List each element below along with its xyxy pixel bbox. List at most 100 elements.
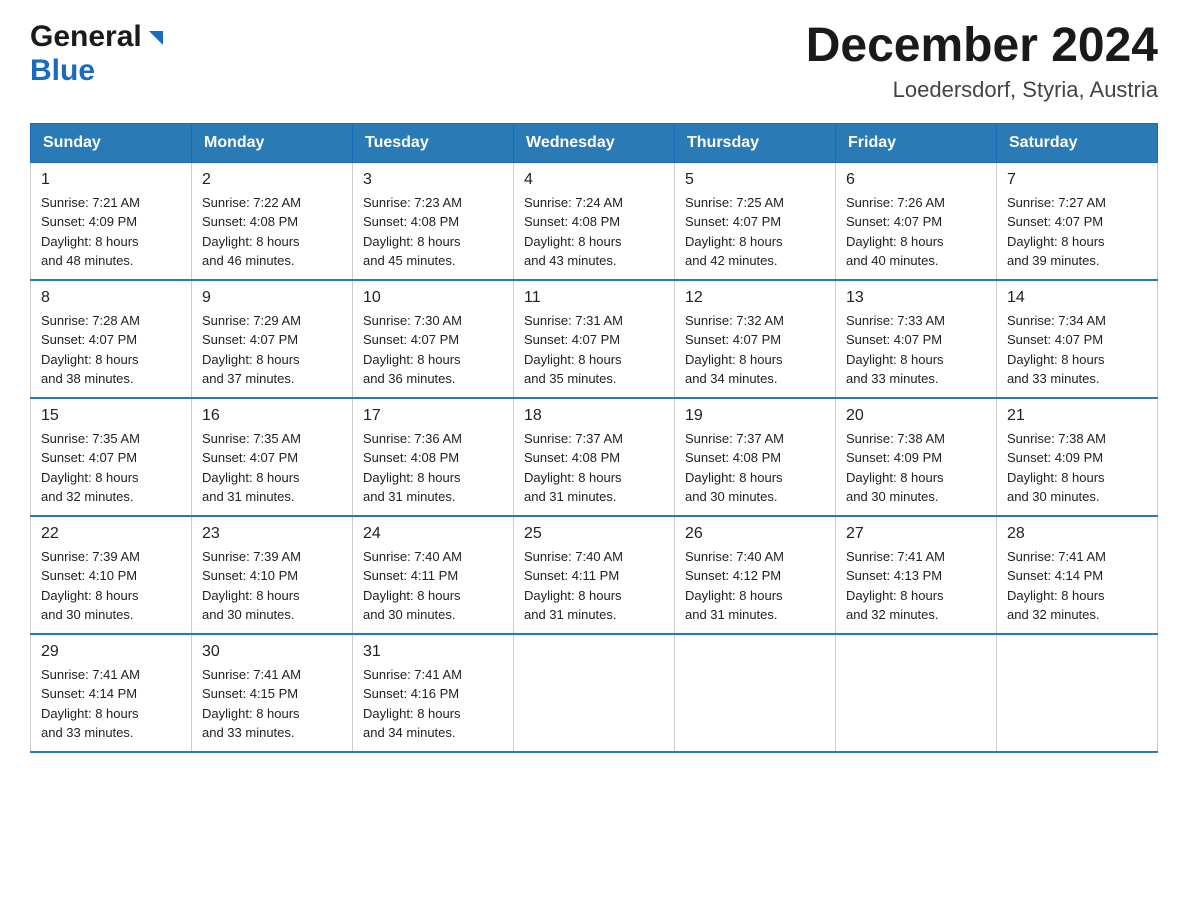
day-info: Sunrise: 7:38 AM Sunset: 4:09 PM Dayligh… bbox=[846, 429, 986, 507]
location-title: Loedersdorf, Styria, Austria bbox=[806, 77, 1158, 103]
header-sunday: Sunday bbox=[31, 123, 192, 162]
day-info: Sunrise: 7:23 AM Sunset: 4:08 PM Dayligh… bbox=[363, 193, 503, 271]
calendar-cell bbox=[997, 634, 1158, 752]
calendar-cell: 24 Sunrise: 7:40 AM Sunset: 4:11 PM Dayl… bbox=[353, 516, 514, 634]
calendar-cell: 22 Sunrise: 7:39 AM Sunset: 4:10 PM Dayl… bbox=[31, 516, 192, 634]
day-info: Sunrise: 7:38 AM Sunset: 4:09 PM Dayligh… bbox=[1007, 429, 1147, 507]
day-info: Sunrise: 7:34 AM Sunset: 4:07 PM Dayligh… bbox=[1007, 311, 1147, 389]
title-block: December 2024 Loedersdorf, Styria, Austr… bbox=[806, 20, 1158, 103]
day-info: Sunrise: 7:31 AM Sunset: 4:07 PM Dayligh… bbox=[524, 311, 664, 389]
day-info: Sunrise: 7:40 AM Sunset: 4:11 PM Dayligh… bbox=[363, 547, 503, 625]
calendar-cell: 27 Sunrise: 7:41 AM Sunset: 4:13 PM Dayl… bbox=[836, 516, 997, 634]
day-number: 6 bbox=[846, 171, 986, 189]
day-info: Sunrise: 7:21 AM Sunset: 4:09 PM Dayligh… bbox=[41, 193, 181, 271]
day-info: Sunrise: 7:35 AM Sunset: 4:07 PM Dayligh… bbox=[41, 429, 181, 507]
day-info: Sunrise: 7:37 AM Sunset: 4:08 PM Dayligh… bbox=[685, 429, 825, 507]
calendar-table: Sunday Monday Tuesday Wednesday Thursday… bbox=[30, 123, 1158, 753]
day-info: Sunrise: 7:41 AM Sunset: 4:16 PM Dayligh… bbox=[363, 665, 503, 743]
day-info: Sunrise: 7:30 AM Sunset: 4:07 PM Dayligh… bbox=[363, 311, 503, 389]
calendar-cell: 21 Sunrise: 7:38 AM Sunset: 4:09 PM Dayl… bbox=[997, 398, 1158, 516]
day-number: 10 bbox=[363, 289, 503, 307]
header-saturday: Saturday bbox=[997, 123, 1158, 162]
calendar-cell: 19 Sunrise: 7:37 AM Sunset: 4:08 PM Dayl… bbox=[675, 398, 836, 516]
calendar-cell: 26 Sunrise: 7:40 AM Sunset: 4:12 PM Dayl… bbox=[675, 516, 836, 634]
day-number: 9 bbox=[202, 289, 342, 307]
day-number: 28 bbox=[1007, 525, 1147, 543]
day-number: 17 bbox=[363, 407, 503, 425]
day-info: Sunrise: 7:40 AM Sunset: 4:11 PM Dayligh… bbox=[524, 547, 664, 625]
calendar-cell: 29 Sunrise: 7:41 AM Sunset: 4:14 PM Dayl… bbox=[31, 634, 192, 752]
day-number: 16 bbox=[202, 407, 342, 425]
day-number: 8 bbox=[41, 289, 181, 307]
calendar-cell: 18 Sunrise: 7:37 AM Sunset: 4:08 PM Dayl… bbox=[514, 398, 675, 516]
calendar-cell: 31 Sunrise: 7:41 AM Sunset: 4:16 PM Dayl… bbox=[353, 634, 514, 752]
header-thursday: Thursday bbox=[675, 123, 836, 162]
calendar-week-row: 1 Sunrise: 7:21 AM Sunset: 4:09 PM Dayli… bbox=[31, 162, 1158, 280]
day-info: Sunrise: 7:41 AM Sunset: 4:13 PM Dayligh… bbox=[846, 547, 986, 625]
logo-arrow-icon bbox=[145, 27, 167, 49]
day-number: 19 bbox=[685, 407, 825, 425]
day-info: Sunrise: 7:36 AM Sunset: 4:08 PM Dayligh… bbox=[363, 429, 503, 507]
calendar-cell: 7 Sunrise: 7:27 AM Sunset: 4:07 PM Dayli… bbox=[997, 162, 1158, 280]
day-info: Sunrise: 7:33 AM Sunset: 4:07 PM Dayligh… bbox=[846, 311, 986, 389]
calendar-cell: 3 Sunrise: 7:23 AM Sunset: 4:08 PM Dayli… bbox=[353, 162, 514, 280]
day-info: Sunrise: 7:37 AM Sunset: 4:08 PM Dayligh… bbox=[524, 429, 664, 507]
day-number: 26 bbox=[685, 525, 825, 543]
day-number: 3 bbox=[363, 171, 503, 189]
day-number: 13 bbox=[846, 289, 986, 307]
day-info: Sunrise: 7:28 AM Sunset: 4:07 PM Dayligh… bbox=[41, 311, 181, 389]
calendar-cell bbox=[514, 634, 675, 752]
page-header: General Blue December 2024 Loedersdorf, … bbox=[30, 20, 1158, 103]
calendar-cell: 28 Sunrise: 7:41 AM Sunset: 4:14 PM Dayl… bbox=[997, 516, 1158, 634]
day-number: 24 bbox=[363, 525, 503, 543]
calendar-cell: 14 Sunrise: 7:34 AM Sunset: 4:07 PM Dayl… bbox=[997, 280, 1158, 398]
day-number: 18 bbox=[524, 407, 664, 425]
day-number: 1 bbox=[41, 171, 181, 189]
day-number: 31 bbox=[363, 643, 503, 661]
calendar-cell bbox=[675, 634, 836, 752]
calendar-week-row: 8 Sunrise: 7:28 AM Sunset: 4:07 PM Dayli… bbox=[31, 280, 1158, 398]
day-info: Sunrise: 7:39 AM Sunset: 4:10 PM Dayligh… bbox=[41, 547, 181, 625]
calendar-cell: 9 Sunrise: 7:29 AM Sunset: 4:07 PM Dayli… bbox=[192, 280, 353, 398]
calendar-cell: 5 Sunrise: 7:25 AM Sunset: 4:07 PM Dayli… bbox=[675, 162, 836, 280]
calendar-week-row: 15 Sunrise: 7:35 AM Sunset: 4:07 PM Dayl… bbox=[31, 398, 1158, 516]
day-number: 27 bbox=[846, 525, 986, 543]
day-info: Sunrise: 7:25 AM Sunset: 4:07 PM Dayligh… bbox=[685, 193, 825, 271]
calendar-cell: 15 Sunrise: 7:35 AM Sunset: 4:07 PM Dayl… bbox=[31, 398, 192, 516]
calendar-cell: 30 Sunrise: 7:41 AM Sunset: 4:15 PM Dayl… bbox=[192, 634, 353, 752]
calendar-header-row: Sunday Monday Tuesday Wednesday Thursday… bbox=[31, 123, 1158, 162]
day-info: Sunrise: 7:39 AM Sunset: 4:10 PM Dayligh… bbox=[202, 547, 342, 625]
day-info: Sunrise: 7:29 AM Sunset: 4:07 PM Dayligh… bbox=[202, 311, 342, 389]
calendar-cell: 6 Sunrise: 7:26 AM Sunset: 4:07 PM Dayli… bbox=[836, 162, 997, 280]
day-number: 11 bbox=[524, 289, 664, 307]
day-number: 5 bbox=[685, 171, 825, 189]
day-info: Sunrise: 7:41 AM Sunset: 4:14 PM Dayligh… bbox=[41, 665, 181, 743]
day-number: 2 bbox=[202, 171, 342, 189]
day-number: 21 bbox=[1007, 407, 1147, 425]
day-number: 22 bbox=[41, 525, 181, 543]
day-info: Sunrise: 7:40 AM Sunset: 4:12 PM Dayligh… bbox=[685, 547, 825, 625]
calendar-week-row: 29 Sunrise: 7:41 AM Sunset: 4:14 PM Dayl… bbox=[31, 634, 1158, 752]
day-info: Sunrise: 7:26 AM Sunset: 4:07 PM Dayligh… bbox=[846, 193, 986, 271]
header-wednesday: Wednesday bbox=[514, 123, 675, 162]
logo: General Blue bbox=[30, 20, 167, 88]
day-number: 25 bbox=[524, 525, 664, 543]
calendar-week-row: 22 Sunrise: 7:39 AM Sunset: 4:10 PM Dayl… bbox=[31, 516, 1158, 634]
day-number: 29 bbox=[41, 643, 181, 661]
logo-blue-text: Blue bbox=[30, 54, 95, 88]
day-number: 20 bbox=[846, 407, 986, 425]
day-info: Sunrise: 7:32 AM Sunset: 4:07 PM Dayligh… bbox=[685, 311, 825, 389]
day-number: 14 bbox=[1007, 289, 1147, 307]
header-monday: Monday bbox=[192, 123, 353, 162]
day-number: 15 bbox=[41, 407, 181, 425]
calendar-cell: 20 Sunrise: 7:38 AM Sunset: 4:09 PM Dayl… bbox=[836, 398, 997, 516]
calendar-cell: 11 Sunrise: 7:31 AM Sunset: 4:07 PM Dayl… bbox=[514, 280, 675, 398]
day-info: Sunrise: 7:24 AM Sunset: 4:08 PM Dayligh… bbox=[524, 193, 664, 271]
calendar-cell: 10 Sunrise: 7:30 AM Sunset: 4:07 PM Dayl… bbox=[353, 280, 514, 398]
calendar-cell: 13 Sunrise: 7:33 AM Sunset: 4:07 PM Dayl… bbox=[836, 280, 997, 398]
day-number: 12 bbox=[685, 289, 825, 307]
day-number: 30 bbox=[202, 643, 342, 661]
day-number: 4 bbox=[524, 171, 664, 189]
calendar-cell: 4 Sunrise: 7:24 AM Sunset: 4:08 PM Dayli… bbox=[514, 162, 675, 280]
day-number: 23 bbox=[202, 525, 342, 543]
